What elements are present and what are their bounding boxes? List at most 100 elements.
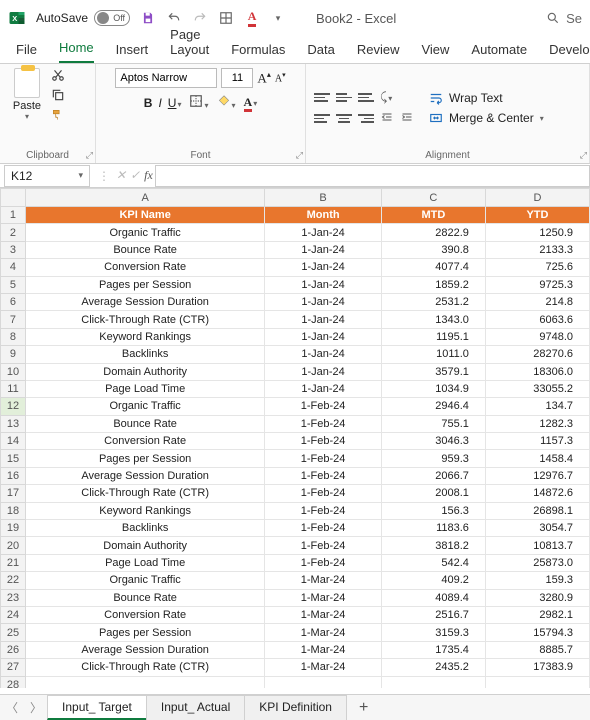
row-header[interactable]: 23 — [1, 589, 26, 606]
cell[interactable]: 2435.2 — [381, 659, 485, 676]
fx-icon[interactable]: fx — [142, 168, 155, 183]
cell[interactable]: Organic Traffic — [25, 224, 264, 241]
tab-page-layout[interactable]: Page Layout — [170, 27, 209, 63]
row-header[interactable]: 27 — [1, 659, 26, 676]
cell[interactable]: 1-Mar-24 — [265, 659, 382, 676]
cell[interactable]: 1034.9 — [381, 380, 485, 397]
row-header[interactable]: 20 — [1, 537, 26, 554]
cell[interactable]: Organic Traffic — [25, 398, 264, 415]
cell[interactable]: 725.6 — [485, 259, 589, 276]
cancel-icon[interactable]: ✕ — [114, 168, 128, 183]
cell[interactable]: 1-Feb-24 — [265, 554, 382, 571]
cell[interactable]: 3818.2 — [381, 537, 485, 554]
col-header-D[interactable]: D — [485, 189, 589, 207]
cell[interactable] — [25, 676, 264, 688]
cell[interactable]: Click-Through Rate (CTR) — [25, 659, 264, 676]
cell[interactable]: MTD — [381, 207, 485, 224]
cell[interactable]: Backlinks — [25, 346, 264, 363]
cell[interactable]: 214.8 — [485, 293, 589, 310]
enter-icon[interactable]: ✓ — [128, 168, 142, 183]
cell[interactable]: 1-Jan-24 — [265, 346, 382, 363]
cell[interactable]: 1250.9 — [485, 224, 589, 241]
row-header[interactable]: 4 — [1, 259, 26, 276]
cell[interactable]: Pages per Session — [25, 276, 264, 293]
search-box[interactable]: Se — [546, 11, 582, 26]
row-header[interactable]: 5 — [1, 276, 26, 293]
cell[interactable]: 9725.3 — [485, 276, 589, 293]
tab-insert[interactable]: Insert — [116, 42, 149, 63]
cell[interactable]: 542.4 — [381, 554, 485, 571]
spreadsheet-grid[interactable]: ABCD1KPI NameMonthMTDYTD2Organic Traffic… — [0, 188, 590, 688]
cell[interactable]: 17383.9 — [485, 659, 589, 676]
row-header[interactable]: 15 — [1, 450, 26, 467]
row-header[interactable]: 14 — [1, 433, 26, 450]
row-header[interactable]: 19 — [1, 520, 26, 537]
cell[interactable]: 10813.7 — [485, 537, 589, 554]
font-size-input[interactable] — [221, 68, 253, 88]
row-header[interactable]: 16 — [1, 467, 26, 484]
cell[interactable]: 2822.9 — [381, 224, 485, 241]
cell[interactable]: Average Session Duration — [25, 467, 264, 484]
wrap-text-button[interactable]: Wrap Text — [428, 91, 544, 105]
cell[interactable]: 1-Feb-24 — [265, 433, 382, 450]
cell[interactable]: 1343.0 — [381, 311, 485, 328]
cell[interactable]: 1-Mar-24 — [265, 641, 382, 658]
row-header[interactable]: 13 — [1, 415, 26, 432]
cell[interactable]: 1-Feb-24 — [265, 415, 382, 432]
align-middle-icon[interactable] — [336, 91, 352, 105]
cell[interactable]: 25873.0 — [485, 554, 589, 571]
tab-review[interactable]: Review — [357, 42, 400, 63]
cell[interactable]: 959.3 — [381, 450, 485, 467]
fill-color-icon[interactable]: ▾ — [217, 94, 236, 111]
cell[interactable]: 15794.3 — [485, 624, 589, 641]
cut-icon[interactable] — [50, 68, 66, 82]
cell[interactable]: 1-Jan-24 — [265, 241, 382, 258]
cell[interactable]: 156.3 — [381, 502, 485, 519]
row-header[interactable]: 18 — [1, 502, 26, 519]
row-header[interactable]: 26 — [1, 641, 26, 658]
dialog-launcher-icon[interactable]: ⤢ — [86, 150, 93, 161]
cell[interactable]: 1-Feb-24 — [265, 537, 382, 554]
grow-font-icon[interactable]: A▴ — [257, 70, 270, 86]
cell[interactable]: 1-Jan-24 — [265, 363, 382, 380]
cell[interactable]: 14872.6 — [485, 485, 589, 502]
cell[interactable]: 1157.3 — [485, 433, 589, 450]
cell[interactable]: 1-Jan-24 — [265, 293, 382, 310]
tab-developer[interactable]: Developer — [549, 42, 590, 63]
cell[interactable]: 6063.6 — [485, 311, 589, 328]
cell[interactable] — [381, 676, 485, 688]
cell[interactable]: Backlinks — [25, 520, 264, 537]
row-header[interactable]: 3 — [1, 241, 26, 258]
cell[interactable]: 2516.7 — [381, 606, 485, 623]
col-header-C[interactable]: C — [381, 189, 485, 207]
cell[interactable]: 134.7 — [485, 398, 589, 415]
merge-center-button[interactable]: Merge & Center ▾ — [428, 111, 544, 125]
col-header-A[interactable]: A — [25, 189, 264, 207]
row-header[interactable]: 7 — [1, 311, 26, 328]
cell[interactable]: 1-Mar-24 — [265, 572, 382, 589]
row-header[interactable]: 21 — [1, 554, 26, 571]
tab-view[interactable]: View — [421, 42, 449, 63]
grid-icon[interactable] — [218, 10, 234, 26]
align-center-icon[interactable] — [336, 112, 352, 126]
align-top-icon[interactable] — [314, 91, 330, 105]
cell[interactable]: Conversion Rate — [25, 433, 264, 450]
cell[interactable]: 1-Mar-24 — [265, 589, 382, 606]
row-header[interactable]: 25 — [1, 624, 26, 641]
cell[interactable]: 3054.7 — [485, 520, 589, 537]
align-bottom-icon[interactable] — [358, 91, 374, 105]
cell[interactable]: Month — [265, 207, 382, 224]
row-header[interactable]: 6 — [1, 293, 26, 310]
cell[interactable]: Domain Authority — [25, 537, 264, 554]
cell[interactable]: 1-Feb-24 — [265, 398, 382, 415]
align-left-icon[interactable] — [314, 112, 330, 126]
cell[interactable]: 1-Mar-24 — [265, 606, 382, 623]
sheet-tab[interactable]: KPI Definition — [244, 695, 347, 720]
col-header-B[interactable]: B — [265, 189, 382, 207]
cell[interactable]: Click-Through Rate (CTR) — [25, 485, 264, 502]
cell[interactable]: 755.1 — [381, 415, 485, 432]
cell[interactable]: Page Load Time — [25, 554, 264, 571]
row-header[interactable]: 1 — [1, 207, 26, 224]
cell[interactable]: 1-Feb-24 — [265, 485, 382, 502]
cell[interactable]: 409.2 — [381, 572, 485, 589]
